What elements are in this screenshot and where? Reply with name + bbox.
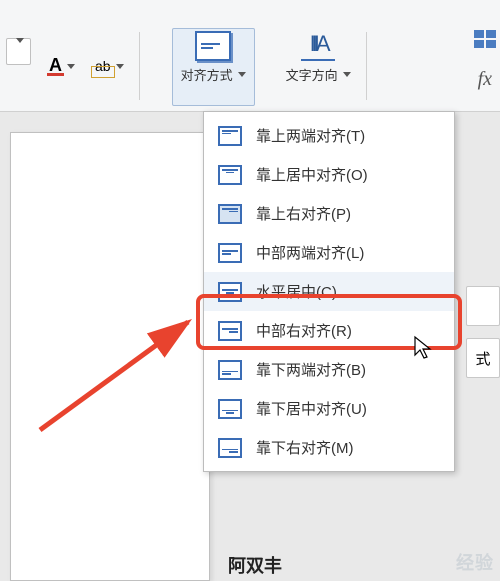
table-icon[interactable]	[474, 30, 496, 48]
chevron-down-icon	[116, 64, 124, 69]
menu-item-label: 靠上两端对齐(T)	[256, 125, 365, 146]
menu-item-align-center[interactable]: 水平居中(C)	[204, 272, 454, 311]
text-direction-label: 文字方向	[286, 65, 351, 84]
menu-item-label: 水平居中(C)	[256, 281, 337, 302]
menu-item-label: 中部两端对齐(L)	[256, 242, 364, 263]
highlight-button[interactable]: ab	[86, 54, 131, 80]
highlight-icon: ab	[93, 59, 113, 75]
align-dropdown-menu: 靠上两端对齐(T) 靠上居中对齐(O) 靠上右对齐(P) 中部两端对齐(L) 水…	[203, 111, 455, 472]
chevron-down-icon	[67, 64, 75, 69]
align-bottom-center-icon	[218, 399, 242, 419]
unknown-dropdown[interactable]	[6, 38, 31, 65]
side-panel-button[interactable]	[466, 286, 500, 326]
side-panel-button[interactable]: 式	[466, 338, 500, 378]
document-page	[10, 132, 210, 581]
align-middle-justify-icon	[218, 243, 242, 263]
text-direction-button[interactable]: IIIA 文字方向	[277, 28, 360, 106]
fx-icon[interactable]: fx	[474, 64, 496, 95]
menu-item-align-middle-justify[interactable]: 中部两端对齐(L)	[204, 233, 454, 272]
ribbon-toolbar: A ab 对齐方式 IIIA 文字方向 fx	[0, 0, 500, 112]
align-top-justify-icon	[218, 126, 242, 146]
chevron-down-icon	[343, 72, 351, 77]
menu-item-align-top-right[interactable]: 靠上右对齐(P)	[204, 194, 454, 233]
align-top-center-icon	[218, 165, 242, 185]
menu-item-label: 中部右对齐(R)	[256, 320, 352, 341]
align-button-label: 对齐方式	[181, 65, 246, 84]
menu-item-label: 靠上右对齐(P)	[256, 203, 351, 224]
menu-item-align-bottom-justify[interactable]: 靠下两端对齐(B)	[204, 350, 454, 389]
align-top-right-icon	[218, 204, 242, 224]
align-center-icon	[218, 282, 242, 302]
group-divider	[139, 32, 140, 100]
chevron-down-icon	[238, 72, 246, 77]
align-middle-right-icon	[218, 321, 242, 341]
font-color-icon: A	[47, 57, 64, 76]
align-bottom-right-icon	[218, 438, 242, 458]
page-footer-text: 阿双丰	[228, 552, 282, 578]
menu-item-align-top-justify[interactable]: 靠上两端对齐(T)	[204, 116, 454, 155]
align-button[interactable]: 对齐方式	[172, 28, 255, 106]
menu-item-label: 靠下右对齐(M)	[256, 437, 354, 458]
font-color-button[interactable]: A	[40, 52, 82, 81]
menu-item-label: 靠下两端对齐(B)	[256, 359, 366, 380]
menu-item-label: 靠上居中对齐(O)	[256, 164, 368, 185]
menu-item-label: 靠下居中对齐(U)	[256, 398, 367, 419]
menu-item-align-bottom-right[interactable]: 靠下右对齐(M)	[204, 428, 454, 467]
menu-item-align-bottom-center[interactable]: 靠下居中对齐(U)	[204, 389, 454, 428]
align-bottom-justify-icon	[218, 360, 242, 380]
menu-item-align-middle-right[interactable]: 中部右对齐(R)	[204, 311, 454, 350]
text-direction-icon: IIIA	[301, 31, 335, 61]
menu-item-align-top-center[interactable]: 靠上居中对齐(O)	[204, 155, 454, 194]
align-icon	[195, 31, 231, 61]
group-divider	[366, 32, 367, 100]
